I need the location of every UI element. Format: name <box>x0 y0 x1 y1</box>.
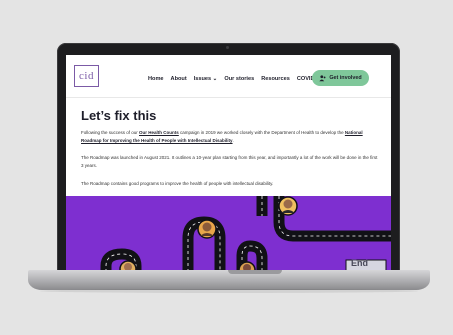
camera-dot <box>226 46 229 49</box>
page-title: Let’s fix this <box>81 108 157 123</box>
nav-home[interactable]: Home <box>148 76 164 82</box>
intro-text-c: . <box>232 137 234 143</box>
avatar <box>278 196 298 216</box>
our-health-counts-link[interactable]: Our Health Counts <box>139 130 179 135</box>
avatar <box>197 219 217 239</box>
roadmap-launch-paragraph: The Roadmap was launched in August 2021.… <box>81 155 378 168</box>
get-involved-label: Get involved <box>329 75 362 81</box>
site-header: cid Home About Issues ⌄ Our stories Reso… <box>66 55 391 98</box>
end-sign: End <box>351 258 368 268</box>
laptop-mockup: cid Home About Issues ⌄ Our stories Reso… <box>0 0 453 335</box>
road-illustration <box>100 196 391 272</box>
roadmap-programs-paragraph: The Roadmap contains good programs to im… <box>81 181 274 186</box>
main-nav: Home About Issues ⌄ Our stories Resource… <box>148 74 315 84</box>
nav-our-stories[interactable]: Our stories <box>224 76 254 82</box>
site-logo[interactable]: cid <box>74 65 99 87</box>
laptop-base <box>28 270 430 290</box>
intro-text-b: campaign in 2019 we worked closely with … <box>178 130 345 135</box>
get-involved-button[interactable]: Get involved <box>312 70 369 86</box>
nav-about[interactable]: About <box>171 76 187 82</box>
laptop-shadow <box>40 289 418 293</box>
laptop-screen: cid Home About Issues ⌄ Our stories Reso… <box>66 55 391 272</box>
people-icon <box>319 74 326 81</box>
intro-paragraph: Following the success of our Our Health … <box>81 129 381 144</box>
nav-issues[interactable]: Issues ⌄ <box>194 76 218 82</box>
laptop-notch <box>228 270 282 274</box>
roadmap-graphic: End <box>66 196 391 272</box>
intro-text-a: Following the success of our <box>81 130 140 135</box>
nav-resources[interactable]: Resources <box>261 76 290 82</box>
